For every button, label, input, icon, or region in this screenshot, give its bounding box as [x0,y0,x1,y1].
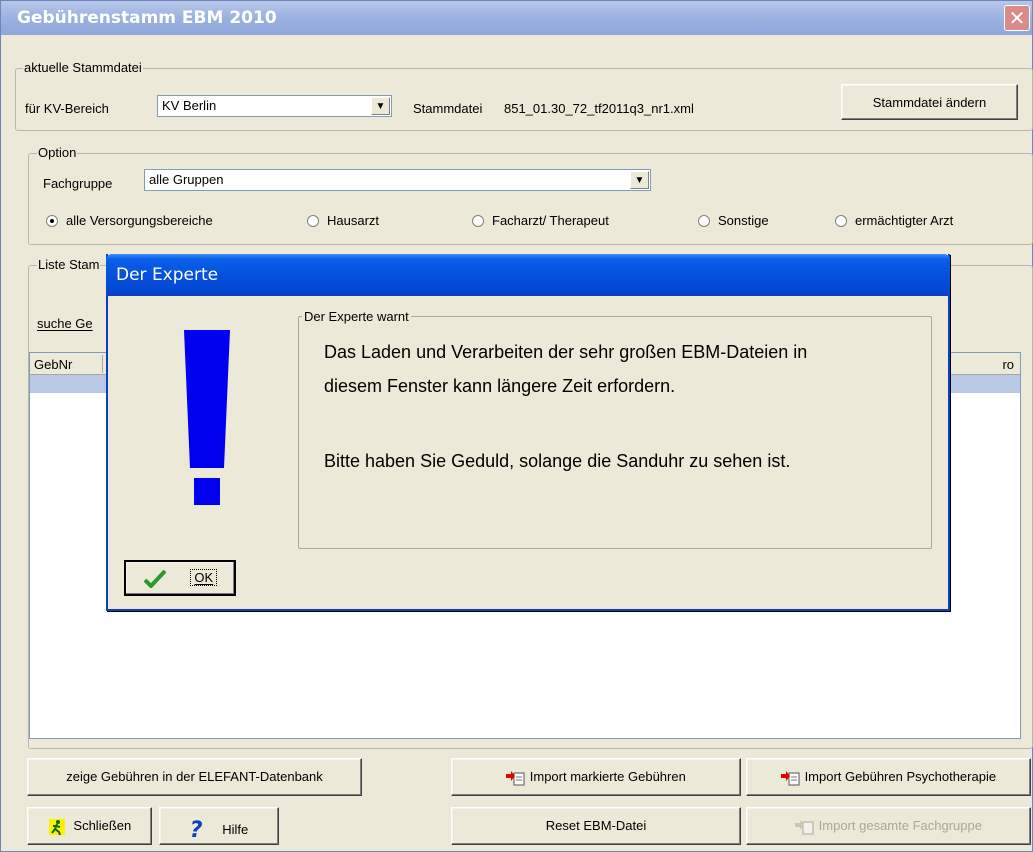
schliessen-button[interactable]: Schließen [27,807,152,845]
exclamation-warning-icon [184,330,230,505]
import-gesamte-fachgruppe-button[interactable]: Import gesamte Fachgruppe [746,807,1031,845]
kv-select-value: KV Berlin [162,98,217,113]
column-divider [102,355,103,373]
stammdatei-legend: aktuelle Stammdatei [23,60,143,75]
change-stammdatei-button[interactable]: Stammdatei ändern [841,84,1018,120]
radio-dot-selected[interactable] [46,215,58,227]
radio-alle-versorgungsbereiche[interactable]: alle Versorgungsbereiche [46,213,213,228]
fachgruppe-select[interactable]: alle Gruppen ▼ [144,169,651,191]
option-legend: Option [37,145,78,160]
import-icon [780,770,800,786]
fachgruppe-select-value: alle Gruppen [149,172,224,187]
radio-sonstige[interactable]: Sonstige [698,213,769,228]
experte-dialog: Der Experte Der Experte warnt Das Laden … [106,254,950,611]
import-icon [506,770,525,786]
dialog-message-line-2: diesem Fenster kann längere Zeit erforde… [324,376,676,396]
check-icon [143,570,166,588]
stammdatei-label: Stammdatei [413,101,483,116]
import-psychotherapie-button[interactable]: Import Gebühren Psychotherapie [746,758,1031,796]
reset-ebm-button[interactable]: Reset EBM-Datei [451,807,741,845]
dialog-message-line-1: Das Laden und Verarbeiten der sehr große… [324,342,808,362]
show-elefant-button[interactable]: zeige Gebühren in der ELEFANT-Datenbank [27,758,362,796]
dialog-title-bar[interactable]: Der Experte [106,254,950,296]
radio-dot[interactable] [307,215,319,227]
radio-ermaechtigter-arzt[interactable]: ermächtigter Arzt [835,213,953,228]
column-header-gebnr[interactable]: GebNr [34,357,72,372]
radio-dot[interactable] [698,215,710,227]
close-window-button[interactable]: ✕ [1004,5,1030,31]
hilfe-button[interactable]: ? Hilfe [159,807,279,845]
kv-select[interactable]: KV Berlin ▼ [157,95,392,117]
liste-legend: Liste Stam [37,257,101,272]
radio-dot[interactable] [472,215,484,227]
dialog-message-line-3: Bitte haben Sie Geduld, solange die Sand… [324,451,791,471]
kv-label: für KV-Bereich [25,101,109,116]
column-header-last[interactable]: ro [1002,357,1014,372]
title-bar[interactable]: Gebührenstamm EBM 2010 ✕ [1,1,1032,35]
option-group [28,153,1033,245]
help-icon: ? [189,818,203,843]
chevron-down-icon[interactable]: ▼ [371,97,390,115]
radio-facharzt-therapeut[interactable]: Facharzt/ Therapeut [472,213,609,228]
radio-hausarzt[interactable]: Hausarzt [307,213,379,228]
import-icon [795,819,814,835]
fachgruppe-label: Fachgruppe [43,176,113,191]
dialog-frame-legend: Der Experte warnt [302,309,411,324]
radio-dot[interactable] [835,215,847,227]
stammdatei-filename: 851_01.30_72_tf2011q3_nr1.xml [504,101,694,116]
dialog-title: Der Experte [116,265,219,285]
search-label: suche Ge [37,316,93,331]
window-title: Gebührenstamm EBM 2010 [17,8,277,28]
import-marked-button[interactable]: Import markierte Gebühren [451,758,741,796]
exit-running-man-icon [48,819,65,836]
chevron-down-icon[interactable]: ▼ [630,171,649,189]
ok-button[interactable]: OK [124,560,236,596]
